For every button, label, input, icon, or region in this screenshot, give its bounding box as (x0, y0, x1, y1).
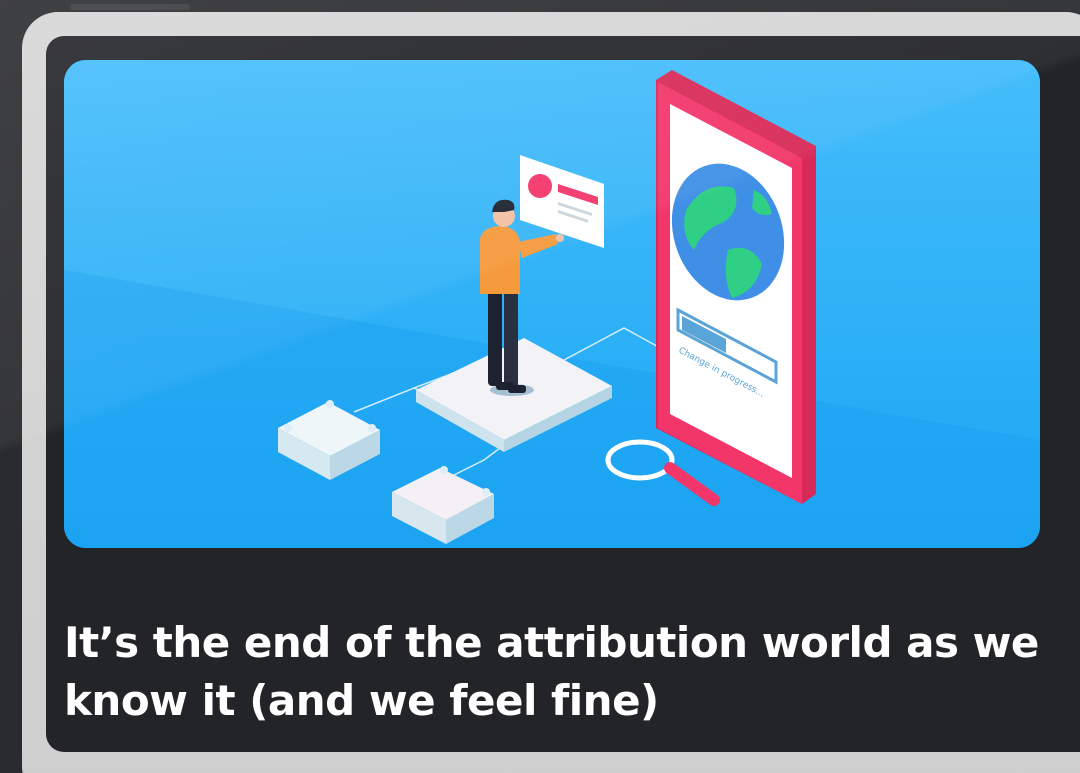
article-card[interactable]: Change in progress... It’s the end of th… (46, 36, 1080, 752)
article-title[interactable]: It’s the end of the attribution world as… (64, 614, 1054, 730)
article-hero-image[interactable]: Change in progress... (64, 60, 1040, 548)
phone-globe-illustration-icon: Change in progress... (64, 60, 1040, 548)
page: Change in progress... It’s the end of th… (0, 0, 1080, 773)
phone-icon: Change in progress... (656, 70, 816, 504)
top-strip (70, 4, 190, 10)
